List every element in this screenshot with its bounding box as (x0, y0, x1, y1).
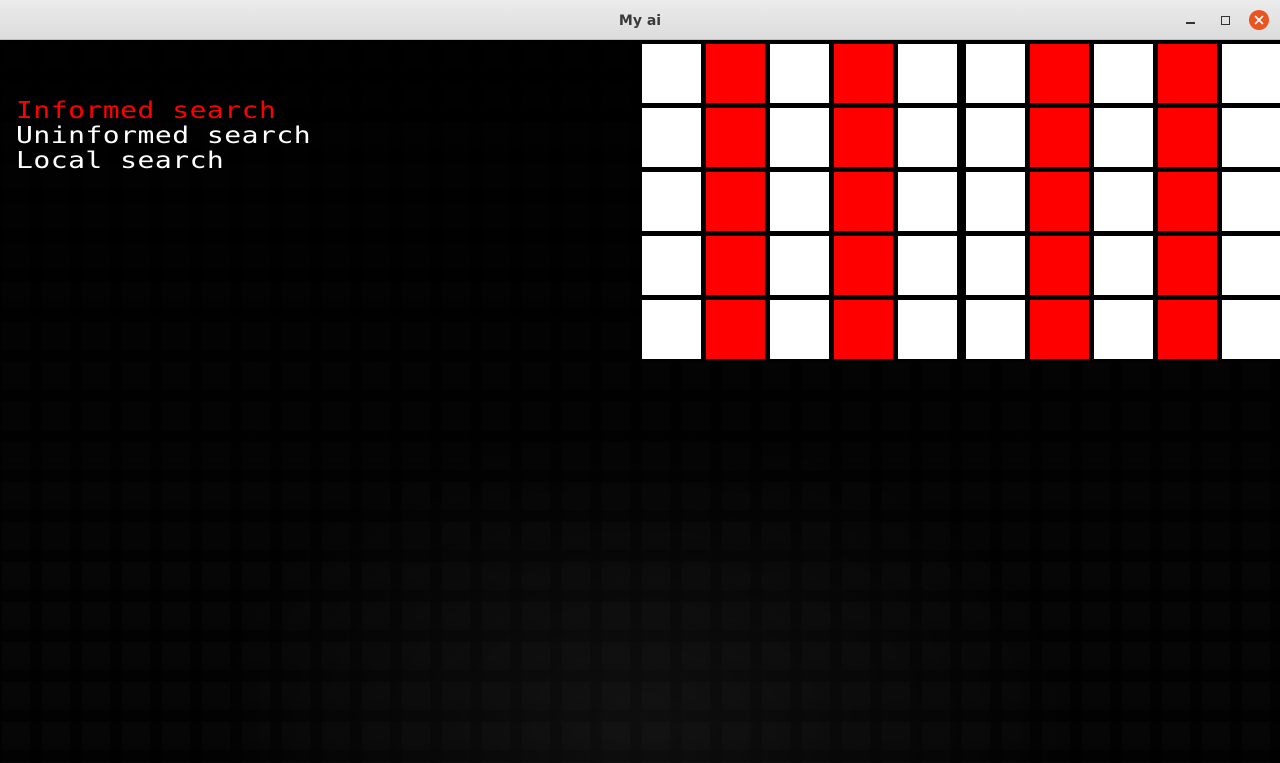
grid-cell-1-4[interactable] (898, 108, 957, 167)
grid-cell-3-3[interactable] (834, 236, 893, 295)
grid-cell-0-6[interactable] (1030, 44, 1089, 103)
grid-cell-1-5[interactable] (966, 108, 1025, 167)
grid-cell-4-3[interactable] (834, 300, 893, 359)
grid-cell-0-2[interactable] (770, 44, 829, 103)
grid-cell-1-0[interactable] (642, 108, 701, 167)
menu-item-local-search[interactable]: Local search (16, 149, 311, 172)
grid-cell-2-9[interactable] (1222, 172, 1280, 231)
app-window: My ai Informed search Uninformed search … (0, 0, 1280, 763)
close-icon (1254, 15, 1264, 25)
window-title: My ai (618, 13, 662, 29)
grid-cell-0-4[interactable] (898, 44, 957, 103)
grid-cell-2-2[interactable] (770, 172, 829, 231)
maximize-icon (1220, 15, 1230, 25)
grid-cell-2-1[interactable] (706, 172, 765, 231)
grid-cell-4-6[interactable] (1030, 300, 1089, 359)
grid-cell-4-4[interactable] (898, 300, 957, 359)
maximize-button[interactable] (1215, 10, 1235, 30)
main-menu: Informed search Uninformed search Local … (16, 99, 311, 175)
grid-cell-4-8[interactable] (1158, 300, 1217, 359)
grid-cell-2-3[interactable] (834, 172, 893, 231)
title-bar[interactable]: My ai (0, 0, 1280, 40)
grid-cell-4-5[interactable] (966, 300, 1025, 359)
close-button[interactable] (1249, 10, 1269, 30)
menu-item-informed-search[interactable]: Informed search (16, 99, 311, 122)
grid-cell-1-9[interactable] (1222, 108, 1280, 167)
grid-cell-4-0[interactable] (642, 300, 701, 359)
grid-cell-3-8[interactable] (1158, 236, 1217, 295)
grid-cell-2-8[interactable] (1158, 172, 1217, 231)
grid-cell-0-3[interactable] (834, 44, 893, 103)
grid-cell-4-1[interactable] (706, 300, 765, 359)
grid-cell-3-9[interactable] (1222, 236, 1280, 295)
grid-cell-3-6[interactable] (1030, 236, 1089, 295)
grid-cell-1-2[interactable] (770, 108, 829, 167)
grid-cell-4-9[interactable] (1222, 300, 1280, 359)
minimize-button[interactable] (1180, 10, 1200, 30)
grid-cell-2-6[interactable] (1030, 172, 1089, 231)
grid-cell-3-5[interactable] (966, 236, 1025, 295)
grid-cell-3-2[interactable] (770, 236, 829, 295)
grid-cell-0-5[interactable] (966, 44, 1025, 103)
grid-cell-0-1[interactable] (706, 44, 765, 103)
grid-cell-1-7[interactable] (1094, 108, 1153, 167)
grid-cell-2-4[interactable] (898, 172, 957, 231)
grid-cell-3-1[interactable] (706, 236, 765, 295)
minimize-icon (1185, 22, 1195, 24)
grid-cell-3-4[interactable] (898, 236, 957, 295)
grid-cell-2-7[interactable] (1094, 172, 1153, 231)
grid-cell-3-7[interactable] (1094, 236, 1153, 295)
grid-cell-0-0[interactable] (642, 44, 701, 103)
grid-cell-2-0[interactable] (642, 172, 701, 231)
grid-cell-1-3[interactable] (834, 108, 893, 167)
grid-cell-0-9[interactable] (1222, 44, 1280, 103)
board-grid (640, 44, 1280, 360)
grid-cell-3-0[interactable] (642, 236, 701, 295)
grid-cell-4-7[interactable] (1094, 300, 1153, 359)
grid-cell-2-5[interactable] (966, 172, 1025, 231)
grid-cell-1-1[interactable] (706, 108, 765, 167)
grid-cell-4-2[interactable] (770, 300, 829, 359)
grid-cell-0-7[interactable] (1094, 44, 1153, 103)
menu-item-uninformed-search[interactable]: Uninformed search (16, 124, 311, 147)
grid-cell-1-8[interactable] (1158, 108, 1217, 167)
grid-cell-0-8[interactable] (1158, 44, 1217, 103)
grid-cell-1-6[interactable] (1030, 108, 1089, 167)
